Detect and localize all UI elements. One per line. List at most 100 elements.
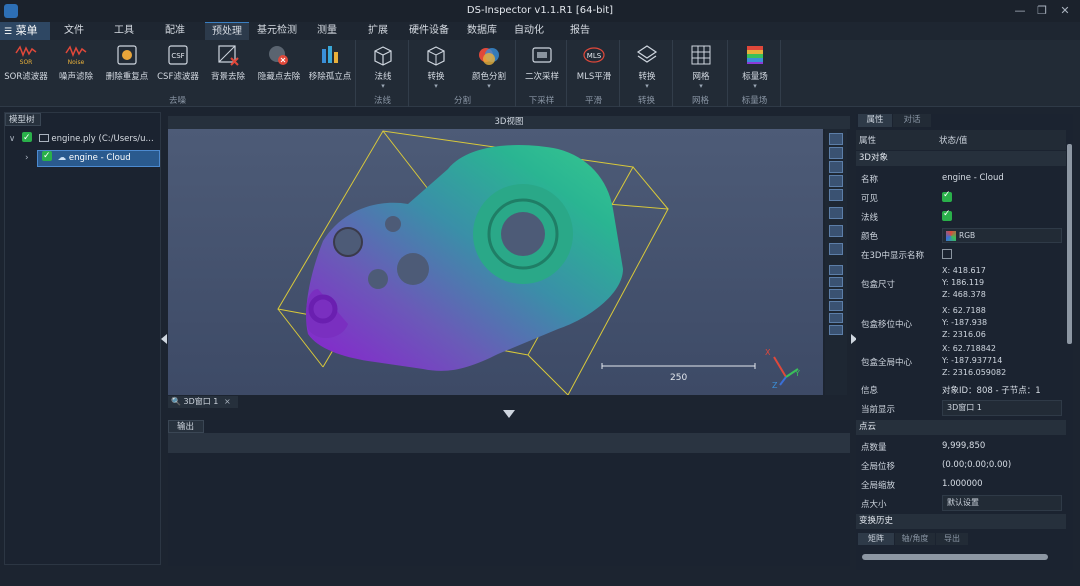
view-front-icon[interactable]: [829, 277, 843, 287]
sor-filter-button[interactable]: SOR SOR滤波器: [2, 43, 50, 82]
background-removal-button[interactable]: 背景去除: [204, 43, 252, 82]
tree-file-label: engine.ply (C:/Users/u...: [51, 134, 154, 144]
column-value: 状态/值: [939, 136, 968, 146]
mls-smoothing-button[interactable]: MLS MLS平滑: [570, 43, 618, 82]
noise-filter-label: 噪声滤除: [58, 72, 93, 82]
view-top-icon[interactable]: [829, 265, 843, 275]
collapse-left-handle[interactable]: [161, 334, 167, 344]
showname-checkbox[interactable]: [942, 249, 952, 259]
close-tab-icon[interactable]: ×: [224, 397, 231, 406]
model-tree-tab[interactable]: 模型树: [5, 113, 41, 126]
color-value: RGB: [959, 231, 976, 240]
remove-duplicates-button[interactable]: 删除重复点: [102, 43, 152, 82]
normals-button[interactable]: 法线 ▾: [359, 43, 407, 90]
horizontal-scrollbar[interactable]: [862, 554, 1048, 560]
menu-tools[interactable]: 工具: [108, 22, 140, 40]
convert-label: 转换: [427, 72, 445, 82]
menu-preprocess[interactable]: 预处理: [205, 22, 249, 40]
mls-smoothing-label: MLS平滑: [576, 72, 612, 82]
normals-checkbox[interactable]: [942, 209, 952, 221]
file-visible-checkbox[interactable]: [21, 130, 32, 146]
history-tab-matrix[interactable]: 矩阵: [858, 533, 894, 545]
history-tab-axis[interactable]: 轴/角度: [895, 533, 935, 545]
fullscreen-icon[interactable]: [829, 133, 843, 145]
view-left-icon[interactable]: [829, 289, 843, 299]
menu-registration[interactable]: 配准: [158, 22, 192, 40]
ribbon-group-transform: 转换 ▾ 转换: [621, 40, 673, 107]
color-select[interactable]: RGB: [942, 228, 1062, 243]
mls-icon: MLS: [583, 47, 605, 63]
grid-button[interactable]: 网格 ▾: [677, 43, 725, 90]
visible-checkbox[interactable]: [942, 190, 952, 202]
transform-button[interactable]: 转换 ▾: [623, 43, 671, 90]
ribbon-toolbar: SOR SOR滤波器 Noise 噪声滤除 删除重复点 CSF CSF滤波器 背…: [0, 40, 1080, 107]
close-icon[interactable]: ✕: [1053, 3, 1077, 19]
name-value[interactable]: engine - Cloud: [942, 173, 1004, 183]
tree-row-cloud[interactable]: ☁ engine - Cloud: [37, 149, 160, 167]
section-history: 变换历史: [856, 514, 1066, 529]
tab-properties[interactable]: 属性: [858, 114, 892, 127]
menu-automation[interactable]: 自动化: [510, 22, 548, 40]
output-content: [168, 433, 850, 453]
column-key: 属性: [859, 136, 877, 146]
menu-extend[interactable]: 扩展: [362, 22, 394, 40]
vertical-scrollbar[interactable]: [1067, 144, 1072, 344]
history-tab-export[interactable]: 导出: [936, 533, 968, 545]
csf-filter-button[interactable]: CSF CSF滤波器: [154, 43, 202, 82]
scale-value: 250: [670, 373, 688, 383]
display-select[interactable]: 3D窗口 1: [942, 400, 1062, 416]
chevron-down-icon[interactable]: ∨: [9, 134, 15, 144]
rotate-icon[interactable]: [829, 225, 843, 237]
menu-measure[interactable]: 测量: [311, 22, 343, 40]
tab-dialog[interactable]: 对话: [893, 114, 931, 127]
scalar-field-button[interactable]: 标量场 ▾: [731, 43, 779, 90]
background-removal-label: 背景去除: [210, 72, 245, 82]
section-cloud: 点云: [856, 420, 1066, 435]
history-tab-axis-label: 轴/角度: [901, 534, 929, 543]
chevron-right-icon[interactable]: ›: [25, 153, 29, 163]
menu-database[interactable]: 数据库: [460, 22, 504, 40]
view3d-tab-label: 3D窗口 1: [183, 397, 219, 406]
row-points: 点数量 9,999,850: [856, 437, 1066, 456]
zoom-icon[interactable]: [829, 189, 843, 201]
menu-report[interactable]: 报告: [564, 22, 596, 40]
ribbon-group-normals: 法线 ▾ 法线: [357, 40, 409, 107]
display-key: 当前显示: [861, 405, 896, 415]
view-right-icon[interactable]: [829, 313, 843, 323]
view-back-icon[interactable]: [829, 301, 843, 311]
noise-filter-button[interactable]: Noise 噪声滤除: [52, 43, 100, 82]
point-size-select[interactable]: 默认设置: [942, 495, 1062, 511]
bbox-size-z: Z: 468.378: [942, 290, 986, 299]
row-info: 信息 对象ID：808 - 子节点：1: [856, 380, 1066, 399]
cloud-visible-checkbox[interactable]: [42, 149, 52, 164]
tree-row-file[interactable]: ∨ engine.ply (C:/Users/u...: [9, 130, 159, 147]
view3d-tab[interactable]: 🔍 3D窗口 1 ×: [168, 396, 238, 408]
person-icon[interactable]: [829, 161, 843, 173]
menu-hardware[interactable]: 硬件设备: [405, 22, 453, 40]
history-tab-matrix-label: 矩阵: [868, 534, 884, 543]
collapse-bottom-handle[interactable]: [503, 410, 515, 418]
output-tab[interactable]: 输出: [168, 420, 204, 433]
main-menu-button[interactable]: ☰ 菜单: [0, 22, 50, 40]
maximize-icon[interactable]: ❐: [1030, 3, 1054, 19]
zoom-fit-icon[interactable]: [829, 207, 843, 219]
convert-button[interactable]: 转换 ▾: [412, 43, 460, 90]
bbox-local-y: Y: -187.938: [942, 318, 988, 327]
hidden-point-removal-button[interactable]: 隐藏点去除: [254, 43, 304, 82]
globe-icon[interactable]: [829, 147, 843, 159]
menu-file[interactable]: 文件: [58, 22, 90, 40]
grid-icon: [691, 45, 711, 65]
pan-icon[interactable]: [829, 175, 843, 187]
remove-isolated-button[interactable]: 移除孤立点: [305, 43, 355, 82]
view-bottom-icon[interactable]: [829, 325, 843, 335]
menu-primitive-detection[interactable]: 基元检测: [253, 22, 301, 40]
title-bar: DS-Inspector v1.1.R1 [64-bit] — ❐ ✕: [0, 0, 1080, 22]
color-segmentation-button[interactable]: 颜色分割 ▾: [464, 43, 514, 90]
properties-header: 属性 状态/值: [856, 130, 1066, 150]
subsample-button[interactable]: 二次采样: [518, 43, 566, 82]
measure-icon[interactable]: [829, 243, 843, 255]
ribbon-group-segmentation: 转换 ▾ 颜色分割 ▾ 分割: [410, 40, 516, 107]
minimize-icon[interactable]: —: [1008, 3, 1032, 19]
view3d-canvas[interactable]: 250 X Y Z: [168, 129, 823, 395]
hidden-point-removal-icon: [269, 46, 288, 65]
